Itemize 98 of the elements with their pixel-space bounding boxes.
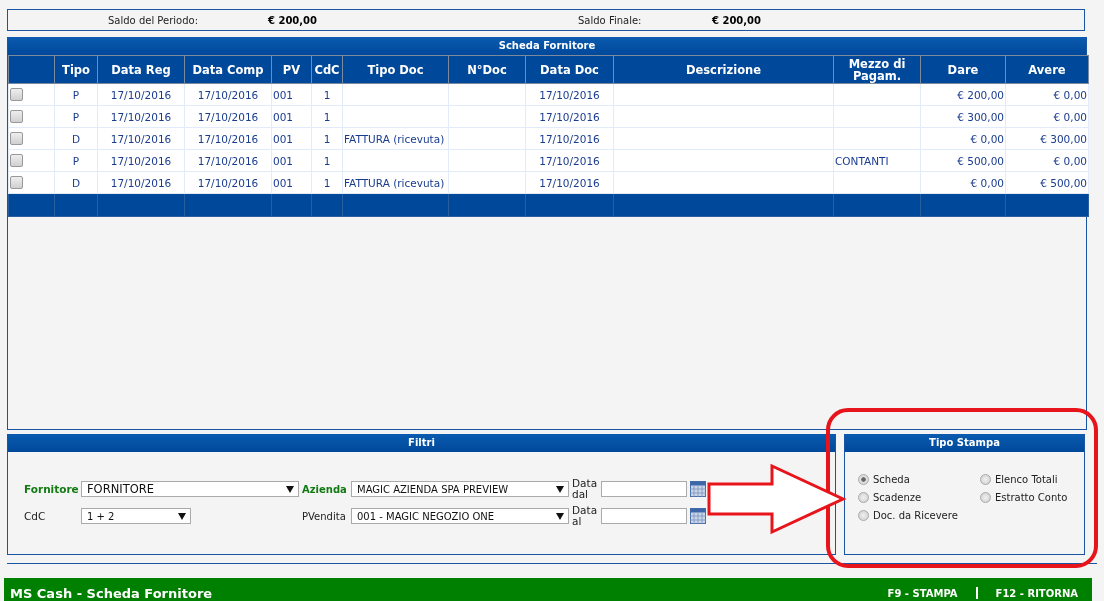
table-cell: 001 xyxy=(273,154,294,167)
field-label: Fornitore xyxy=(24,483,78,495)
radio-button[interactable] xyxy=(858,492,869,503)
table-cell: € 200,00 xyxy=(957,88,1004,101)
column-header: PV xyxy=(271,55,312,84)
radio-label: Estratto Conto xyxy=(995,492,1068,503)
table-cell: 17/10/2016 xyxy=(110,154,172,167)
table-cell: 17/10/2016 xyxy=(197,154,259,167)
table-cell: 17/10/2016 xyxy=(110,88,172,101)
date-field[interactable] xyxy=(601,481,687,497)
table-cell: FATTURA (ricevuta) xyxy=(344,132,445,145)
table-cell: 1 xyxy=(323,176,331,189)
table-cell: 1 xyxy=(323,110,331,123)
table-cell: 1 xyxy=(323,88,331,101)
table-cell: € 300,00 xyxy=(1040,132,1087,145)
column-header: Avere xyxy=(1005,55,1089,84)
radio-label: Elenco Totali xyxy=(995,474,1058,485)
summary-label: Saldo Finale: xyxy=(578,14,643,26)
radio-button[interactable] xyxy=(858,510,869,521)
table-cell: 1 xyxy=(323,132,331,145)
table-cell: 17/10/2016 xyxy=(197,176,259,189)
table-cell: P xyxy=(72,154,80,167)
row-checkbox[interactable] xyxy=(10,154,23,168)
supplier-dropdown[interactable]: FORNITORE xyxy=(81,481,299,497)
table-cell: 001 xyxy=(273,88,294,101)
panel-title: Scheda Fornitore xyxy=(8,37,1086,55)
column-header: CdC xyxy=(311,55,343,84)
table-cell: 001 xyxy=(273,110,294,123)
field-label: PVendita xyxy=(302,510,347,522)
field-label: Data dal xyxy=(572,478,598,500)
summary-value: € 200,00 xyxy=(268,14,319,26)
column-header: Data Reg xyxy=(97,55,185,84)
row-checkbox[interactable] xyxy=(10,132,23,146)
caret-icon xyxy=(178,512,186,520)
radio-label: Scheda xyxy=(873,474,910,485)
field-label: Data al xyxy=(572,505,598,527)
table-cell: D xyxy=(71,132,81,145)
table-cell: FATTURA (ricevuta) xyxy=(344,176,445,189)
table-cell: D xyxy=(71,176,81,189)
table-cell: € 500,00 xyxy=(957,154,1004,167)
table-cell: 17/10/2016 xyxy=(110,132,172,145)
table-cell: 17/10/2016 xyxy=(197,88,259,101)
calendar-icon[interactable] xyxy=(690,481,706,497)
table-cell: 001 xyxy=(273,132,294,145)
caret-icon xyxy=(556,512,564,520)
column-header: Tipo xyxy=(54,55,98,84)
field-label: Azienda xyxy=(302,483,348,495)
column-header: Descrizione xyxy=(613,55,834,84)
table-cell: € 0,00 xyxy=(1053,88,1087,101)
field-label: CdC xyxy=(24,510,47,522)
column-header: N°Doc xyxy=(448,55,526,84)
row-checkbox[interactable] xyxy=(10,110,23,124)
shortcut-link[interactable]: F9 - STAMPA xyxy=(887,587,958,599)
table-cell: 17/10/2016 xyxy=(539,176,600,189)
table-cell: P xyxy=(72,88,80,101)
table-cell: € 500,00 xyxy=(1040,176,1087,189)
panel-title: Tipo Stampa xyxy=(845,434,1084,452)
row-checkbox[interactable] xyxy=(10,88,23,102)
row-checkbox[interactable] xyxy=(10,176,23,190)
summary-label: Saldo del Periodo: xyxy=(108,14,200,26)
shortcut-link[interactable]: F12 - RITORNA xyxy=(995,587,1078,599)
table-cell: € 0,00 xyxy=(970,176,1004,189)
column-header: Dare xyxy=(920,55,1006,84)
cost-center-dropdown[interactable]: 1 + 2 xyxy=(81,508,191,524)
column-header: Mezzo di Pagam. xyxy=(833,55,921,84)
company-dropdown[interactable]: MAGIC AZIENDA SPA PREVIEW xyxy=(351,481,569,497)
table-cell: 17/10/2016 xyxy=(197,132,259,145)
table-cell: 17/10/2016 xyxy=(110,110,172,123)
table-cell: 17/10/2016 xyxy=(539,110,600,123)
radio-button[interactable] xyxy=(980,474,991,485)
calendar-icon[interactable] xyxy=(690,508,706,524)
table-cell: 17/10/2016 xyxy=(197,110,259,123)
column-header: Data Doc xyxy=(525,55,614,84)
table-cell: 17/10/2016 xyxy=(539,154,600,167)
table-cell: € 0,00 xyxy=(1053,154,1087,167)
table-cell: 17/10/2016 xyxy=(539,88,600,101)
table-cell: 1 xyxy=(323,154,331,167)
radio-button[interactable] xyxy=(980,492,991,503)
table-cell: 17/10/2016 xyxy=(539,132,600,145)
table-cell: € 300,00 xyxy=(957,110,1004,123)
radio-label: Scadenze xyxy=(873,492,922,503)
radio-label: Doc. da Ricevere xyxy=(873,510,958,521)
table-cell: € 0,00 xyxy=(970,132,1004,145)
date-field[interactable] xyxy=(601,508,687,524)
app-title: MS Cash - Scheda Fornitore xyxy=(10,584,213,601)
store-dropdown[interactable]: 001 - MAGIC NEGOZIO ONE xyxy=(351,508,569,524)
table-cell: € 0,00 xyxy=(1053,110,1087,123)
panel-title: Filtri xyxy=(8,434,835,452)
caret-icon xyxy=(556,485,564,493)
table-cell: 001 xyxy=(273,176,294,189)
radio-button[interactable] xyxy=(858,474,869,485)
column-header: Data Comp xyxy=(184,55,272,84)
table-cell: P xyxy=(72,110,80,123)
table-cell: 17/10/2016 xyxy=(110,176,172,189)
caret-icon xyxy=(286,485,294,493)
summary-value: € 200,00 xyxy=(712,14,763,26)
table-cell: CONTANTI xyxy=(835,154,889,167)
column-header: Tipo Doc xyxy=(342,55,449,84)
